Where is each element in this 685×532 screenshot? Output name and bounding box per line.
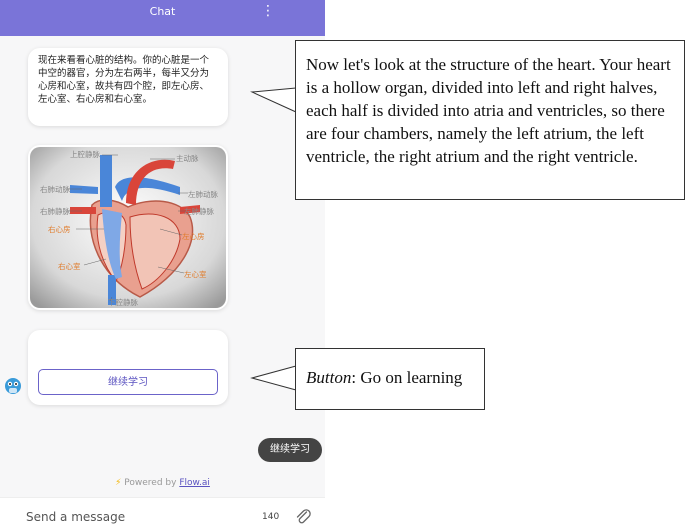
char-counter: 140 (262, 512, 280, 522)
label-lv: 左心室 (184, 269, 207, 279)
bot-message-heart-diagram: 上腔静脉 主动脉 右肺动脉 左肺动脉 右肺静脉 左肺静脉 右心房 左心房 右心室… (28, 145, 228, 310)
label-svc: 上腔静脉 (70, 149, 100, 159)
label-ivc: 下腔静脉 (108, 297, 138, 307)
annotation-button: Button: Go on learning (295, 348, 485, 410)
annotation-button-desc: : Go on learning (351, 368, 463, 387)
label-lpa: 左肺动脉 (188, 189, 218, 199)
lightning-icon: ⚡ (115, 478, 122, 488)
label-rv: 右心室 (58, 261, 81, 271)
chat-title: Chat (149, 5, 176, 18)
label-lpv: 左肺静脉 (184, 206, 214, 216)
callout-pointer-bottom (250, 365, 297, 391)
label-ra: 右心房 (48, 224, 71, 234)
label-aorta: 主动脉 (176, 153, 199, 163)
message-composer: 140 (0, 497, 325, 532)
continue-learning-button[interactable]: 继续学习 (38, 369, 218, 395)
bot-message-intro: 现在来看看心脏的结构。你的心脏是一个中空的器官，分为左右两半，每半又分为心房和心… (28, 48, 228, 126)
pulmonary-vein-right (70, 207, 96, 214)
quick-reply-continue-learning[interactable]: 继续学习 (258, 438, 322, 462)
bot-avatar (5, 378, 21, 394)
annotation-heart-structure: Now let's look at the structure of the h… (295, 40, 685, 200)
annotation-button-term: Button (306, 368, 352, 387)
label-la: 左心房 (182, 231, 205, 241)
paperclip-icon[interactable] (294, 507, 312, 525)
powered-by-link[interactable]: Flow.ai (179, 478, 210, 488)
annotation-top-text: Now let's look at the structure of the h… (306, 55, 671, 166)
label-rpa: 右肺动脉 (40, 184, 70, 194)
intro-text: 现在来看看心脏的结构。你的心脏是一个中空的器官，分为左右两半，每半又分为心房和心… (38, 55, 210, 105)
powered-by: ⚡ Powered by Flow.ai (0, 478, 325, 488)
bot-message-button: 继续学习 (28, 330, 228, 405)
chat-header: Chat ⋮ (0, 0, 325, 36)
callout-pointer-top (250, 87, 297, 113)
superior-vena-cava (100, 155, 112, 207)
kebab-menu-icon[interactable]: ⋮ (261, 2, 275, 22)
label-rpv: 右肺静脉 (40, 206, 70, 216)
heart-diagram: 上腔静脉 主动脉 右肺动脉 左肺动脉 右肺静脉 左肺静脉 右心房 左心房 右心室… (30, 147, 226, 308)
powered-by-text: Powered by (124, 478, 177, 488)
message-input[interactable] (24, 507, 228, 527)
